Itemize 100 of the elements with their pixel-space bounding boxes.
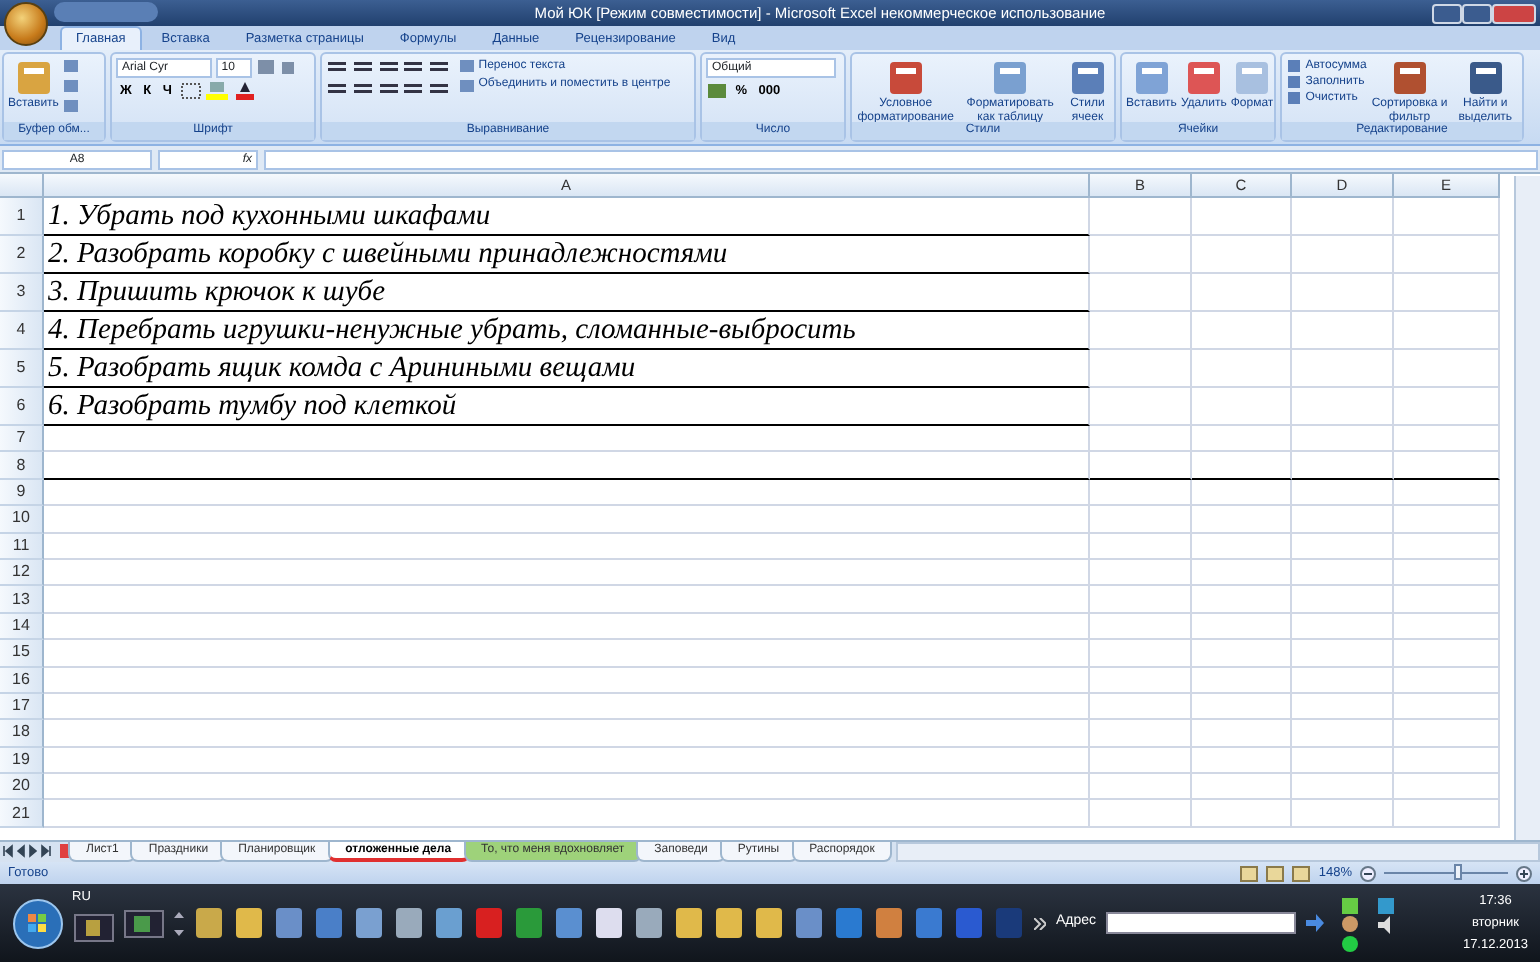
table-cell[interactable]	[1090, 274, 1192, 312]
table-cell[interactable]	[44, 586, 1090, 614]
table-cell[interactable]	[1292, 774, 1394, 801]
table-cell[interactable]	[1192, 640, 1292, 668]
border-icon[interactable]	[179, 81, 202, 100]
align-icon[interactable]	[402, 58, 425, 76]
table-cell[interactable]	[44, 667, 1090, 694]
row-header[interactable]: 1	[0, 198, 44, 236]
program-icon[interactable]	[594, 906, 624, 940]
start-button-icon[interactable]	[12, 897, 64, 949]
table-cell[interactable]	[1090, 479, 1192, 507]
table-cell[interactable]	[1292, 312, 1394, 350]
row-header[interactable]: 9	[0, 479, 44, 507]
program-icon[interactable]	[354, 906, 384, 940]
vertical-scrollbar[interactable]	[1514, 176, 1540, 840]
table-cell[interactable]	[1192, 533, 1292, 560]
normal-view-icon[interactable]	[1240, 865, 1259, 881]
row-header[interactable]: 8	[0, 452, 44, 480]
table-cell[interactable]: 5. Разобрать ящик комда с Ариниными вещами	[44, 350, 1090, 388]
program-icon[interactable]	[754, 906, 784, 940]
table-cell[interactable]	[1394, 274, 1500, 312]
table-cell[interactable]	[1394, 388, 1500, 426]
table-cell[interactable]	[1090, 800, 1192, 828]
table-cell[interactable]: 3. Пришить крючок к шубе	[44, 274, 1090, 312]
row-header[interactable]: 17	[0, 693, 44, 721]
table-cell[interactable]	[1292, 198, 1394, 236]
table-cell[interactable]	[1090, 388, 1192, 426]
table-cell[interactable]	[1192, 274, 1292, 312]
table-cell[interactable]	[1394, 479, 1500, 507]
row-header[interactable]: 10	[0, 506, 44, 534]
font-color-icon[interactable]	[234, 81, 257, 100]
table-cell[interactable]	[1090, 667, 1192, 694]
table-cell[interactable]	[1394, 640, 1500, 668]
table-cell[interactable]	[1394, 586, 1500, 614]
table-cell[interactable]	[1192, 452, 1292, 480]
table-cell[interactable]: 6. Разобрать тумбу под клеткой	[44, 388, 1090, 426]
row-header[interactable]: 14	[0, 613, 44, 641]
formula-field[interactable]	[264, 149, 1538, 169]
table-cell[interactable]	[1192, 613, 1292, 641]
table-cell[interactable]	[1292, 388, 1394, 426]
page-break-icon[interactable]	[1292, 865, 1311, 881]
table-cell[interactable]	[1090, 506, 1192, 534]
row-header[interactable]: 2	[0, 236, 44, 274]
table-cell[interactable]	[1292, 452, 1394, 480]
table-cell[interactable]	[1090, 312, 1192, 350]
table-cell[interactable]	[1292, 667, 1394, 694]
table-cell[interactable]	[1090, 720, 1192, 748]
row-header[interactable]: 19	[0, 747, 44, 775]
table-cell[interactable]	[44, 426, 1090, 453]
program-icon[interactable]	[794, 906, 824, 940]
table-cell[interactable]	[1192, 426, 1292, 453]
table-cell[interactable]	[1192, 667, 1292, 694]
table-cell[interactable]	[1394, 667, 1500, 694]
table-cell[interactable]	[1394, 312, 1500, 350]
zoom-out-icon[interactable]	[1360, 865, 1376, 881]
program-icon[interactable]	[714, 906, 744, 940]
table-cell[interactable]	[1090, 693, 1192, 721]
table-cell[interactable]	[1394, 506, 1500, 534]
table-cell[interactable]	[1292, 640, 1394, 668]
table-cell[interactable]	[1394, 559, 1500, 587]
align-icon[interactable]	[326, 79, 348, 98]
table-cell[interactable]	[1394, 774, 1500, 801]
zoom-in-icon[interactable]	[1516, 865, 1532, 881]
table-cell[interactable]	[1192, 693, 1292, 721]
table-cell[interactable]: 1. Убрать под кухонными шкафами	[44, 198, 1090, 236]
row-header[interactable]: 4	[0, 312, 44, 350]
table-cell[interactable]	[1292, 613, 1394, 641]
table-cell[interactable]	[1192, 506, 1292, 534]
table-cell[interactable]	[1394, 693, 1500, 721]
row-header[interactable]: 15	[0, 640, 44, 668]
table-cell[interactable]	[1394, 198, 1500, 236]
address-field[interactable]	[1106, 912, 1297, 934]
fill-color-icon[interactable]	[204, 81, 231, 100]
program-icon[interactable]	[274, 906, 304, 940]
align-icon[interactable]	[428, 58, 450, 76]
table-cell[interactable]	[1090, 559, 1192, 587]
table-cell[interactable]	[1090, 426, 1192, 453]
table-cell[interactable]	[1292, 559, 1394, 587]
table-cell[interactable]	[1090, 613, 1192, 641]
table-cell[interactable]	[1192, 586, 1292, 614]
table-cell[interactable]	[44, 640, 1090, 668]
table-cell[interactable]	[1090, 236, 1192, 274]
program-icon[interactable]	[434, 906, 464, 940]
row-header[interactable]: 21	[0, 800, 44, 828]
table-cell[interactable]	[1292, 720, 1394, 748]
program-icon[interactable]	[554, 906, 584, 940]
table-cell[interactable]	[1292, 350, 1394, 388]
table-cell[interactable]	[1394, 236, 1500, 274]
table-cell[interactable]	[44, 774, 1090, 801]
table-cell[interactable]	[1090, 452, 1192, 480]
table-cell[interactable]	[1292, 747, 1394, 775]
table-cell[interactable]	[1292, 800, 1394, 828]
table-cell[interactable]	[1292, 426, 1394, 453]
layout-view-icon[interactable]	[1266, 865, 1285, 881]
table-cell[interactable]	[1292, 479, 1394, 507]
align-icon[interactable]	[351, 79, 374, 98]
table-cell[interactable]	[1192, 747, 1292, 775]
row-header[interactable]: 6	[0, 388, 44, 426]
program-icon[interactable]	[634, 906, 664, 940]
table-cell[interactable]	[44, 506, 1090, 534]
